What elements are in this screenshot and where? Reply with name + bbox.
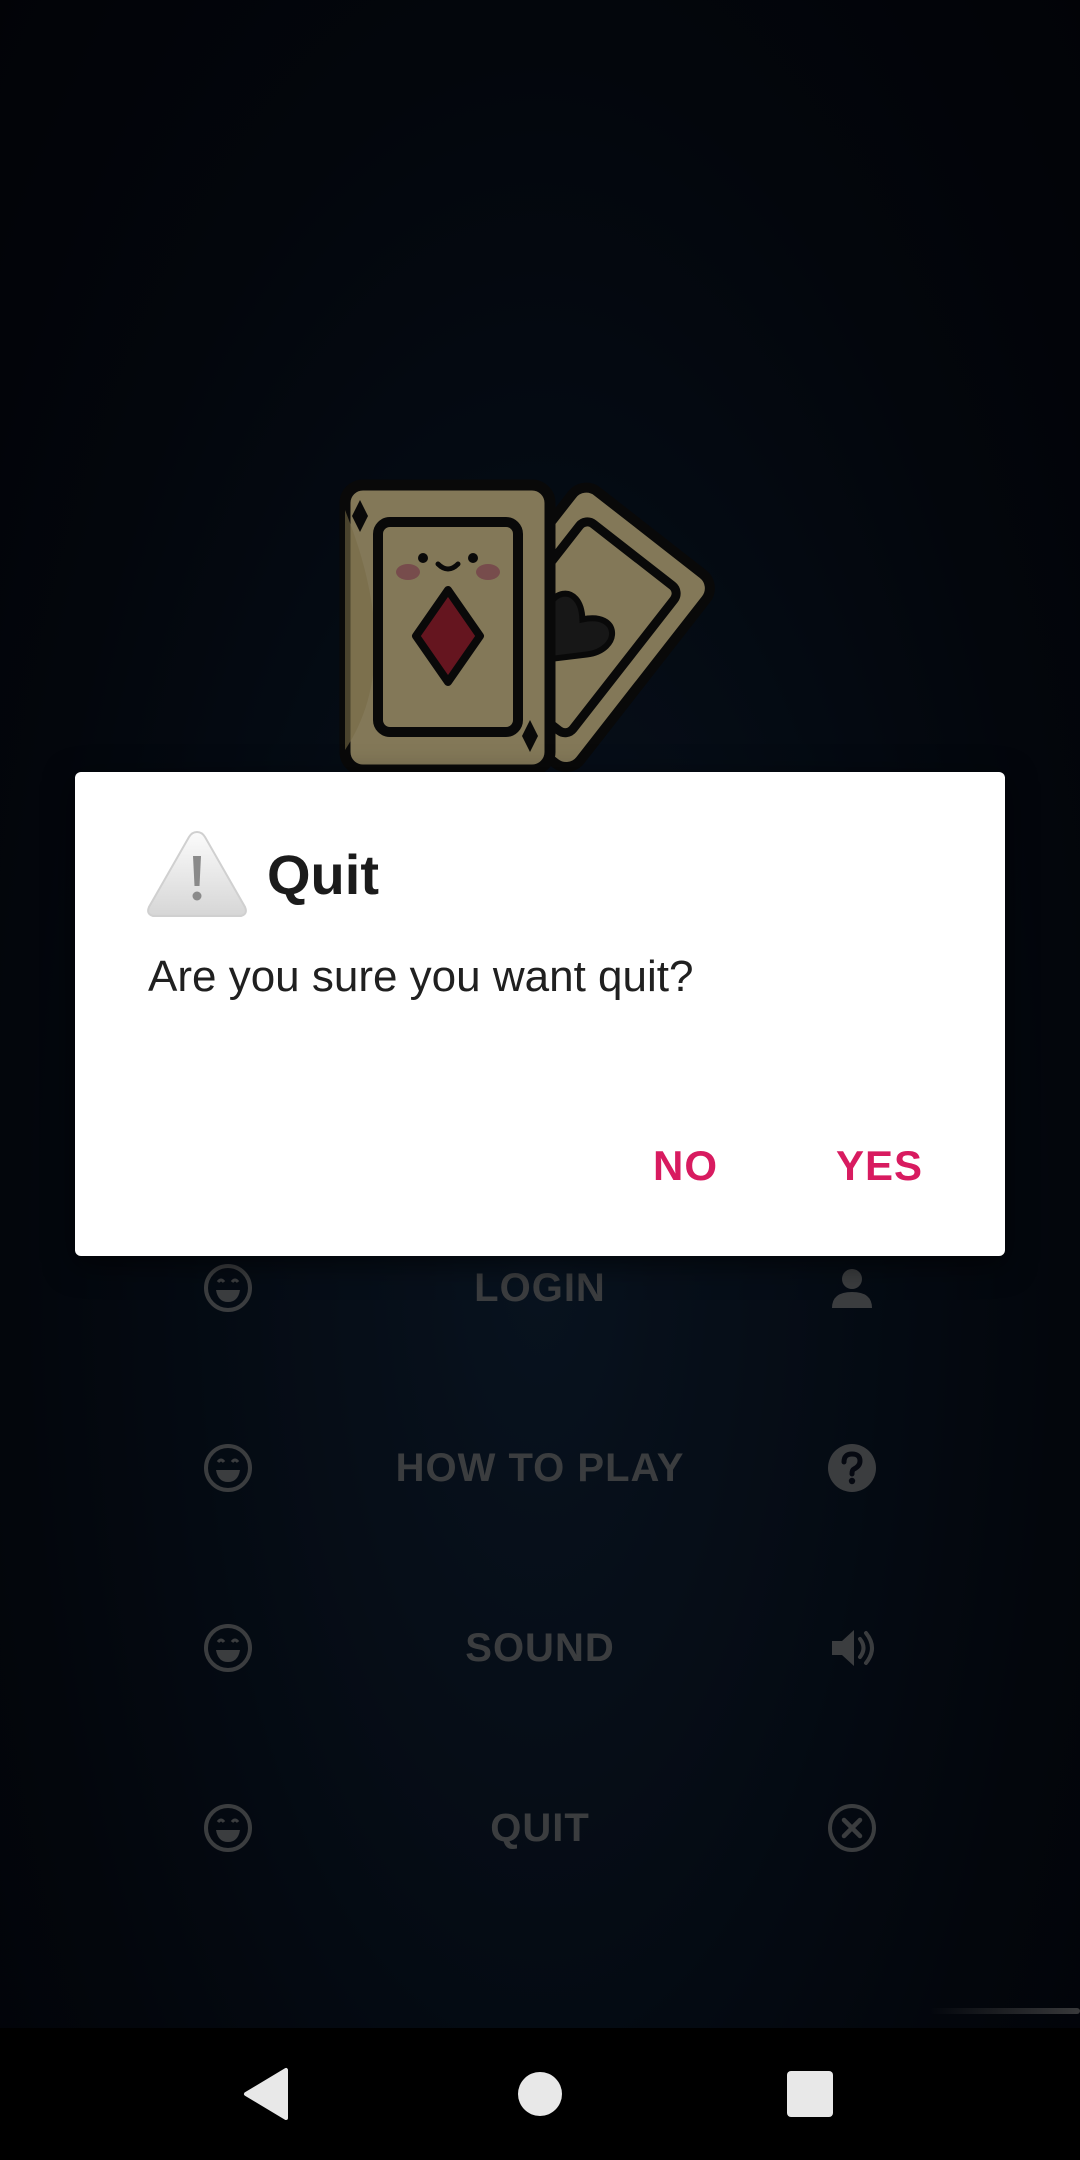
system-navigation-bar bbox=[0, 2028, 1080, 2160]
recents-icon[interactable] bbox=[780, 2064, 840, 2124]
home-icon[interactable] bbox=[510, 2064, 570, 2124]
no-button[interactable]: NO bbox=[653, 1142, 718, 1190]
back-icon[interactable] bbox=[240, 2064, 300, 2124]
yes-button[interactable]: YES bbox=[836, 1142, 923, 1190]
quit-dialog: Quit Are you sure you want quit? NO YES bbox=[75, 772, 1005, 1256]
dialog-message: Are you sure you want quit? bbox=[148, 952, 694, 1001]
gesture-hint bbox=[930, 2008, 1080, 2014]
dialog-title: Quit bbox=[267, 843, 379, 906]
warning-icon bbox=[147, 830, 247, 917]
